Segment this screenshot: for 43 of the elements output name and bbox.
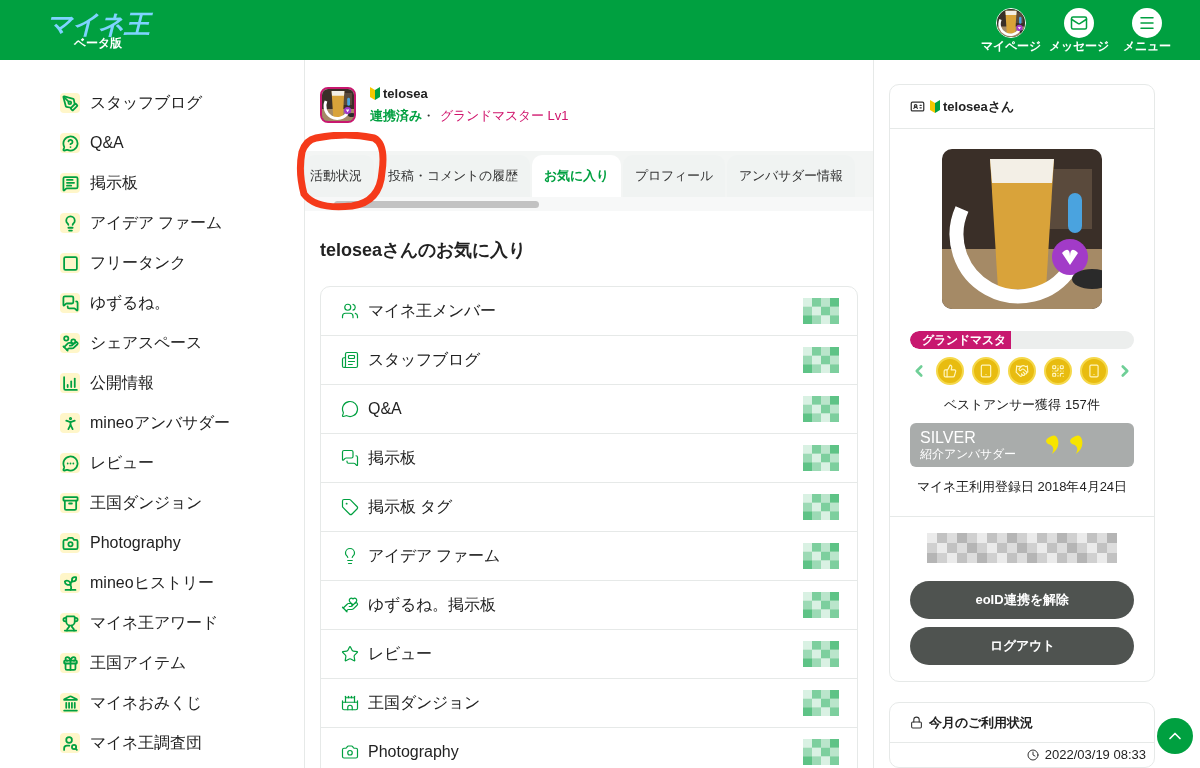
favorites-row[interactable]: 掲示板 タグ <box>321 483 857 532</box>
card-title: teloseaさん <box>943 97 1014 116</box>
sidebar-item[interactable]: Photography <box>60 532 304 554</box>
sidebar-item[interactable]: マイネ王調査団 <box>60 732 304 754</box>
sidebar-item[interactable]: マイネ王アワード <box>60 612 304 634</box>
rank-progress-label: グランドマスタ <box>922 332 1006 349</box>
link-status: 連携済み <box>370 106 422 125</box>
favorites-row[interactable]: アイデア ファーム <box>321 532 857 581</box>
sidebar-item[interactable]: 王国ダンジョン <box>60 492 304 514</box>
ambassador-label: 紹介アンバサダー <box>920 446 1017 461</box>
account-button[interactable]: ログアウト <box>910 627 1134 665</box>
sidebar-item[interactable]: Q&A <box>60 132 304 154</box>
ambassador-level-text: SILVER <box>920 428 977 446</box>
favorites-row[interactable]: 掲示板 <box>321 434 857 483</box>
sidebar-item[interactable]: ゆずるね。 <box>60 292 304 314</box>
sidebar-item[interactable]: 王国アイテム <box>60 652 304 674</box>
tab[interactable]: お気に入り <box>532 155 621 197</box>
sidebar-item[interactable]: フリータンク <box>60 252 304 274</box>
sidebar-item[interactable]: mineoヒストリー <box>60 572 304 594</box>
sidebar-item[interactable]: レビュー <box>60 452 304 474</box>
sidebar-item[interactable]: mineoアンバサダー <box>60 412 304 434</box>
sidebar-item[interactable]: マイネおみくじ <box>60 692 304 714</box>
best-answer-count: ベストアンサー獲得 157件 <box>944 396 1100 414</box>
sidebar-item[interactable]: 公開情報 <box>60 372 304 394</box>
separator-dot: ・ <box>422 106 435 125</box>
favorites-row[interactable]: ゆずるね。掲示板 <box>321 581 857 630</box>
usage-timestamp: 2022/03/19 08:33 <box>1044 746 1146 764</box>
rank-label: グランドマスター Lv1 <box>440 106 569 125</box>
favorites-row[interactable]: Photography <box>321 728 857 768</box>
favorites-row[interactable]: マイネ王メンバー <box>321 287 857 336</box>
registration-date: マイネ王利用登録日 2018年4月24日 <box>916 477 1128 496</box>
favorites-title: teloseaさんのお気に入り <box>319 239 528 262</box>
sidebar-item[interactable]: アイデア ファーム <box>60 212 304 234</box>
sidebar-item[interactable]: 掲示板 <box>60 172 304 194</box>
favorites-row[interactable]: Q&A <box>321 385 857 434</box>
account-button[interactable]: eoID連携を解除 <box>910 581 1134 619</box>
favorites-row[interactable]: スタッフブログ <box>321 336 857 385</box>
sidebar-item[interactable]: スタッフブログ <box>60 92 304 114</box>
favorites-row[interactable]: レビュー <box>321 630 857 679</box>
sidebar-item[interactable]: シェアスペース <box>60 332 304 354</box>
profile-name: telosea <box>383 85 428 103</box>
favorites-row[interactable]: 王国ダンジョン <box>321 679 857 728</box>
card-title: 今月のご利用状況 <box>929 713 1033 732</box>
